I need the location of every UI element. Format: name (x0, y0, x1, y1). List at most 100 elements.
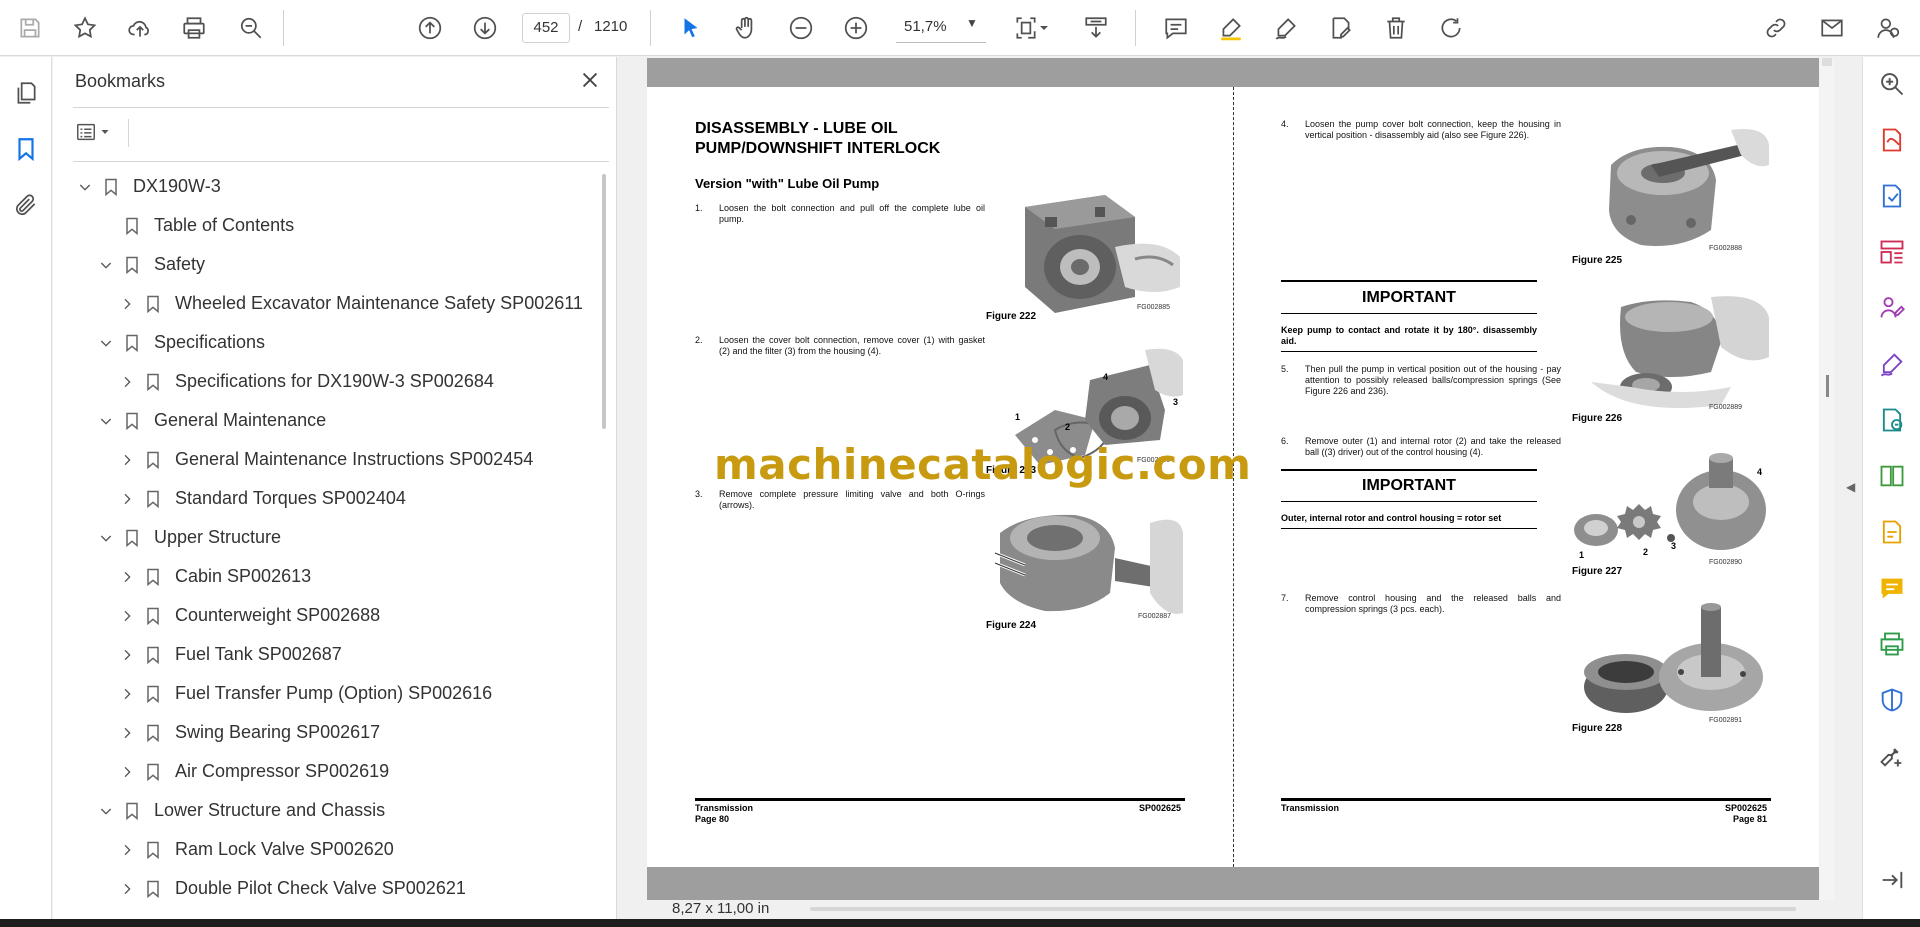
chevron-right-icon[interactable] (117, 723, 137, 743)
chevron-right-icon[interactable] (117, 645, 137, 665)
bookmark-item[interactable]: Fuel Tank SP002687 (117, 635, 342, 674)
draw-pen-icon[interactable] (1270, 12, 1302, 44)
bookmark-item[interactable]: Cabin SP002613 (117, 557, 311, 596)
chevron-right-icon[interactable] (117, 684, 137, 704)
fill-sign-icon[interactable] (1877, 349, 1907, 379)
scroll-mode-icon[interactable] (1080, 12, 1112, 44)
bookmark-item[interactable]: Swing Bearing SP002617 (117, 713, 380, 752)
chevron-down-icon[interactable] (75, 177, 95, 197)
chevron-down-icon[interactable] (96, 255, 116, 275)
bookmark-item[interactable]: Safety (96, 245, 205, 284)
current-page-input[interactable]: 452 (522, 13, 570, 43)
chevron-right-icon[interactable] (117, 762, 137, 782)
compare-files-icon[interactable] (1877, 461, 1907, 491)
comment-tool-icon[interactable] (1877, 573, 1907, 603)
rotate-icon[interactable] (1435, 12, 1467, 44)
bookmark-label: Specifications for DX190W-3 SP002684 (175, 371, 494, 391)
chevron-down-icon[interactable]: ▼ (966, 16, 978, 30)
star-icon[interactable] (69, 12, 101, 44)
page-thumbnails-icon[interactable] (10, 77, 42, 109)
bookmark-item[interactable]: Ram Lock Valve SP002620 (117, 830, 394, 869)
send-for-review-icon[interactable] (1877, 405, 1907, 435)
organize-pages-icon[interactable] (1877, 237, 1907, 267)
bookmark-item[interactable]: DX190W-3 (75, 167, 221, 206)
chevron-right-icon[interactable] (117, 879, 137, 899)
chevron-right-icon[interactable] (117, 294, 137, 314)
request-signature-icon[interactable] (1877, 293, 1907, 323)
chevron-right-icon[interactable] (117, 840, 137, 860)
more-tools-icon[interactable] (1877, 741, 1907, 771)
taskbar-strip (0, 919, 1920, 927)
chevron-right-icon[interactable] (117, 567, 137, 587)
save-icon[interactable] (14, 12, 46, 44)
important-heading: IMPORTANT (1362, 477, 1456, 494)
next-page-icon[interactable] (469, 12, 501, 44)
horizontal-scrollbar[interactable] (810, 907, 1796, 911)
document-scrollbar-track[interactable] (1820, 58, 1834, 900)
bookmark-item[interactable]: Table of Contents (96, 206, 294, 245)
attachments-icon[interactable] (10, 189, 42, 221)
scan-ocr-icon[interactable] (1877, 629, 1907, 659)
zoom-search-icon[interactable] (235, 12, 267, 44)
footer-rule (695, 798, 1185, 801)
protect-shield-icon[interactable] (1877, 685, 1907, 715)
bookmark-item[interactable]: Counterweight SP002688 (117, 596, 380, 635)
bookmark-item[interactable]: General Maintenance (96, 401, 326, 440)
bookmark-label: Fuel Tank SP002687 (175, 644, 342, 664)
bookmark-item[interactable]: Air Compressor SP002619 (117, 752, 389, 791)
chevron-down-icon[interactable] (96, 333, 116, 353)
figure-caption: Figure 226 (1572, 413, 1623, 424)
step-text: Remove outer (1) and internal rotor (2) … (1305, 436, 1561, 457)
bookmarks-scrollbar-thumb[interactable] (602, 174, 606, 429)
previous-page-icon[interactable] (414, 12, 446, 44)
bookmark-item[interactable]: Double Pilot Check Valve SP002621 (117, 869, 466, 908)
close-icon[interactable] (577, 67, 603, 93)
step-item: 7. Remove control housing and the releas… (1281, 593, 1561, 623)
share-link-icon[interactable] (1760, 12, 1792, 44)
callout-label: 1 (1015, 412, 1021, 422)
chevron-right-icon[interactable] (117, 606, 137, 626)
export-pdf-icon[interactable] (1877, 181, 1907, 211)
bookmark-item[interactable]: Lower Structure and Chassis (96, 791, 385, 830)
zoom-in-icon[interactable] (840, 12, 872, 44)
collapse-right-panel-icon[interactable]: ◀ (1846, 480, 1855, 494)
chevron-right-icon[interactable] (117, 450, 137, 470)
document-scrollbar-top[interactable] (1822, 58, 1832, 66)
chevron-right-icon[interactable] (117, 489, 137, 509)
account-help-icon[interactable] (1872, 12, 1904, 44)
print-icon[interactable] (178, 12, 210, 44)
bookmark-item[interactable]: General Maintenance Instructions SP00245… (117, 440, 533, 479)
hand-tool-icon[interactable] (730, 12, 762, 44)
bookmark-label: General Maintenance (154, 410, 327, 430)
callout-label: 1 (1579, 550, 1585, 560)
search-zoom-icon[interactable] (1877, 69, 1907, 99)
expand-panel-icon[interactable] (1877, 865, 1907, 895)
zoom-out-icon[interactable] (785, 12, 817, 44)
bookmark-item[interactable]: Standard Torques SP002404 (117, 479, 406, 518)
email-icon[interactable] (1816, 12, 1848, 44)
edit-pdf-icon[interactable] (1877, 517, 1907, 547)
bookmark-item[interactable]: Upper Structure (96, 518, 281, 557)
figure-caption: Figure 222 (986, 311, 1037, 322)
chevron-right-icon[interactable] (117, 372, 137, 392)
edit-text-icon[interactable] (1325, 12, 1357, 44)
bookmark-item[interactable]: Fuel Transfer Pump (Option) SP002616 (117, 674, 492, 713)
bookmark-item[interactable]: Specifications (96, 323, 265, 362)
create-pdf-icon[interactable] (1877, 125, 1907, 155)
bookmark-item[interactable]: Wheeled Excavator Maintenance Safety SP0… (117, 284, 583, 323)
bookmark-item[interactable]: Specifications for DX190W-3 SP002684 (117, 362, 494, 401)
bookmark-options-button[interactable] (73, 117, 119, 147)
chevron-down-icon[interactable] (96, 411, 116, 431)
bookmarks-icon[interactable] (10, 133, 42, 165)
toolbar-divider (283, 10, 284, 46)
highlight-pen-icon[interactable] (1215, 12, 1247, 44)
comment-icon[interactable] (1160, 12, 1192, 44)
bookmark-icon (122, 527, 142, 549)
document-scrollbar-thumb[interactable] (1826, 375, 1829, 397)
select-cursor-icon[interactable] (675, 12, 707, 44)
delete-icon[interactable] (1380, 12, 1412, 44)
chevron-down-icon[interactable] (96, 801, 116, 821)
chevron-down-icon[interactable] (96, 528, 116, 548)
upload-cloud-icon[interactable] (124, 12, 156, 44)
chevron-down-icon[interactable] (1036, 12, 1052, 44)
